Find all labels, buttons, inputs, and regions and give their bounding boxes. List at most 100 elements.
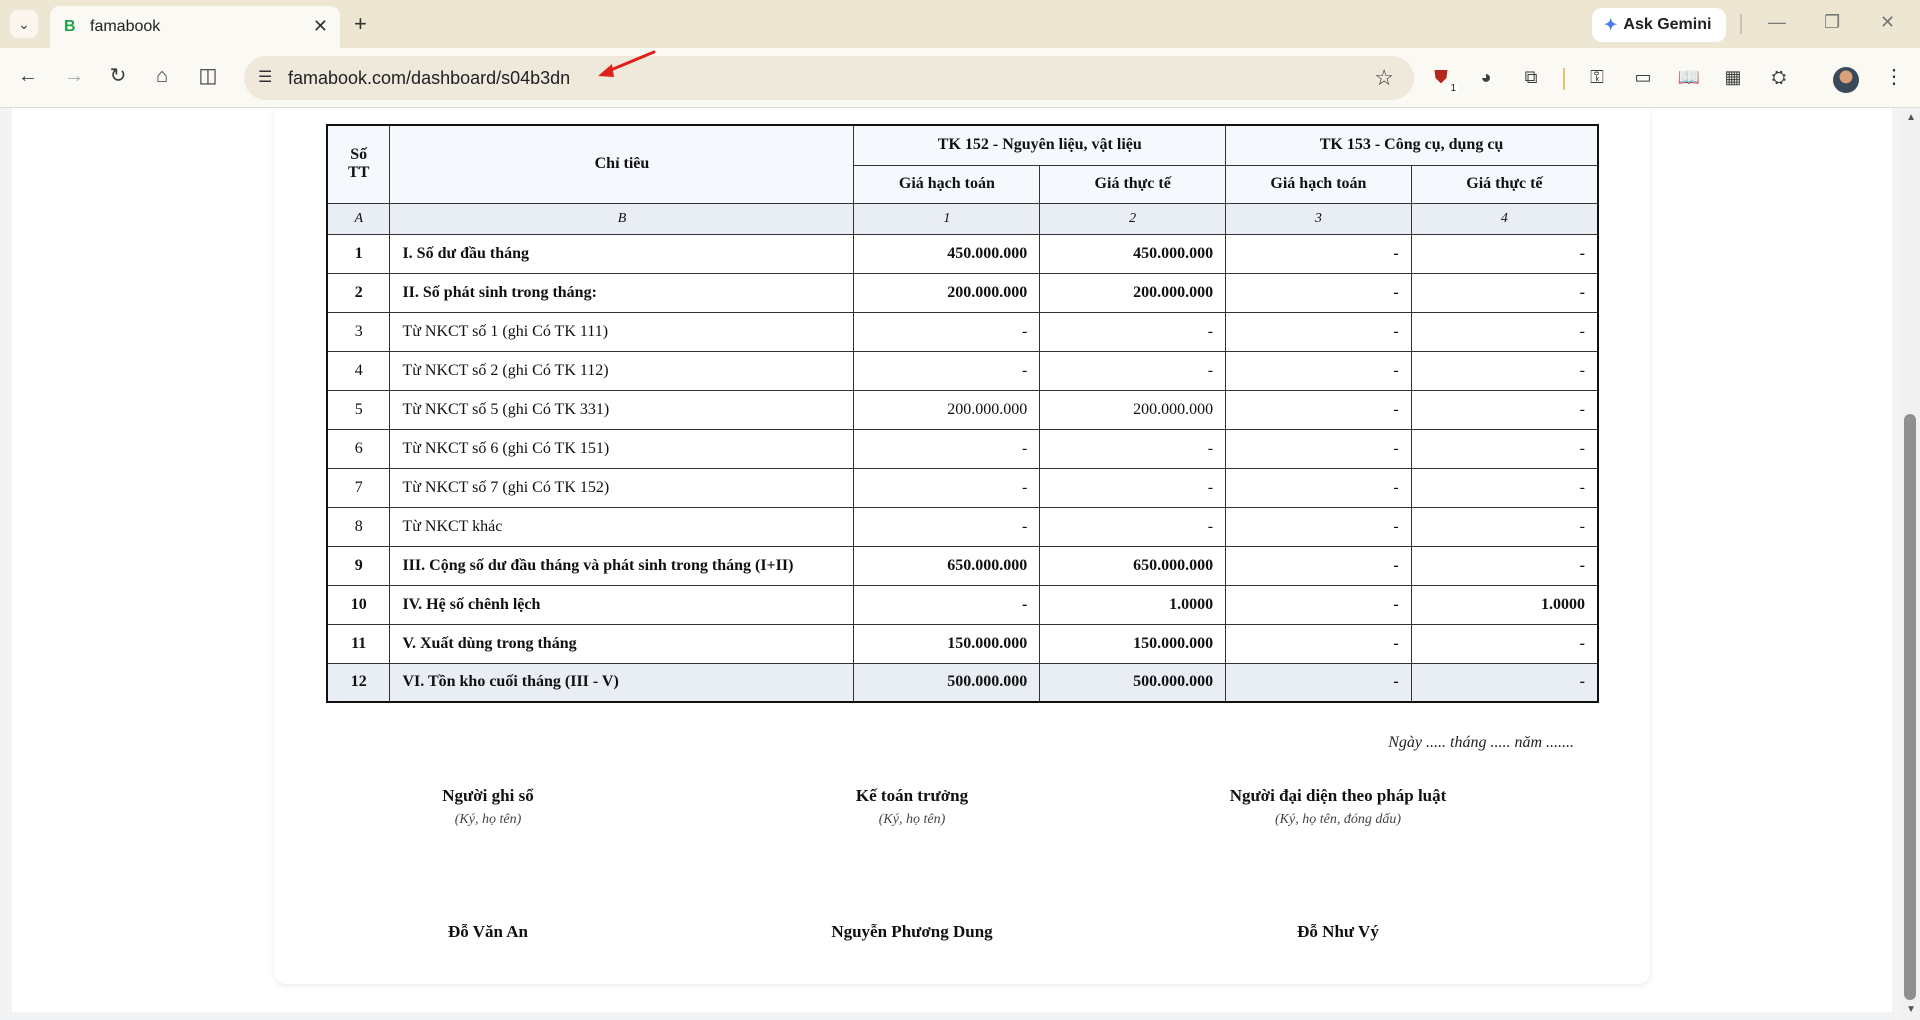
row-label: Từ NKCT số 6 (ghi Có TK 151) <box>389 428 855 469</box>
index-cell: 3 <box>1225 202 1412 235</box>
table-row: 5 Từ NKCT số 5 (ghi Có TK 331) 200.000.0… <box>326 389 1599 430</box>
signature-name: Đỗ Như Vý <box>1297 922 1379 941</box>
cell-value: 150.000.000 <box>853 623 1041 664</box>
incognito-icon[interactable]: ⛭ <box>1766 64 1792 90</box>
col-header-gia-hach-toan: Giá hạch toán <box>853 164 1041 204</box>
col-header-stt: Số TT <box>326 124 391 204</box>
payment-card-icon[interactable]: ▭ <box>1630 64 1656 90</box>
reload-icon[interactable]: ↻ <box>104 64 132 88</box>
cell-value: - <box>1410 389 1599 430</box>
row-stt: 2 <box>326 272 391 313</box>
cell-value: 150.000.000 <box>1039 623 1227 664</box>
index-cell: 4 <box>1410 202 1599 235</box>
tab-strip: ⌄ B famabook ✕ + ✦ Ask Gemini — ❐ ✕ <box>0 0 1920 48</box>
divider <box>1740 14 1742 34</box>
row-stt: 7 <box>326 467 391 508</box>
col-header-tk152: TK 152 - Nguyên liệu, vật liệu <box>853 124 1227 166</box>
row-label: V. Xuất dùng trong tháng <box>389 623 855 664</box>
signature-role: Kế toán trưởng <box>855 786 969 805</box>
reading-list-icon[interactable]: 📖 <box>1676 64 1702 90</box>
favicon-icon: B <box>64 18 76 35</box>
row-stt: 9 <box>326 545 391 586</box>
close-tab-icon[interactable]: ✕ <box>313 16 328 36</box>
ask-gemini-button[interactable]: ✦ Ask Gemini <box>1592 8 1726 42</box>
cell-value: 450.000.000 <box>1039 233 1227 274</box>
restore-icon[interactable]: ❐ <box>1824 12 1840 33</box>
url-text[interactable]: famabook.com/dashboard/s04b3dn <box>288 68 570 89</box>
back-icon[interactable]: ← <box>14 64 42 88</box>
address-bar[interactable]: ☰ famabook.com/dashboard/s04b3dn ☆ <box>244 56 1414 100</box>
signature-role: Người đại diện theo pháp luật <box>1229 786 1447 805</box>
signature-note: (Ký, họ tên, đóng dấu) <box>1275 812 1401 827</box>
split-view-icon[interactable]: ◫ <box>194 64 222 88</box>
col-header-chi-tieu: Chỉ tiêu <box>389 124 855 204</box>
cell-value: - <box>853 350 1041 391</box>
row-stt: 3 <box>326 311 391 352</box>
vertical-scrollbar[interactable]: ▲ ▼ <box>1900 108 1920 1020</box>
col-header-gia-thuc-te: Giá thực tế <box>1039 164 1227 204</box>
menu-kebab-icon[interactable]: ⋮ <box>1884 64 1904 89</box>
extension-circle-icon[interactable]: ◕ <box>1473 64 1499 90</box>
cell-value: 500.000.000 <box>1039 662 1227 703</box>
tab-title: famabook <box>90 18 161 35</box>
extensions-puzzle-icon[interactable]: ⧉ <box>1518 64 1544 90</box>
signature-block-bookkeeper: Người ghi sổ (Ký, họ tên) <box>308 786 668 828</box>
cell-value: - <box>1410 428 1599 469</box>
extension-shield-icon[interactable]: ⛊ 1 <box>1428 64 1458 94</box>
site-info-icon[interactable]: ☰ <box>258 67 272 87</box>
cell-value: 1.0000 <box>1039 584 1227 625</box>
page-viewport: Số TT Chỉ tiêu TK 152 - Nguyên liệu, vật… <box>0 108 1920 1020</box>
signature-note: (Ký, họ tên) <box>878 812 946 827</box>
tab-search-button[interactable]: ⌄ <box>10 10 38 38</box>
cell-value: - <box>853 311 1041 352</box>
row-label: Từ NKCT số 2 (ghi Có TK 112) <box>389 350 855 391</box>
profile-avatar[interactable] <box>1833 67 1859 93</box>
row-stt: 12 <box>326 662 391 703</box>
cell-value: - <box>1039 428 1227 469</box>
cell-value: 200.000.000 <box>853 389 1041 430</box>
close-window-icon[interactable]: ✕ <box>1880 12 1895 33</box>
cell-value: - <box>1225 272 1412 313</box>
cell-value: - <box>1225 506 1412 547</box>
table-row-total: 12 VI. Tồn kho cuối tháng (III - V) 500.… <box>326 662 1599 703</box>
scrollbar-thumb[interactable] <box>1904 414 1916 1000</box>
scroll-up-icon[interactable]: ▲ <box>1906 112 1916 123</box>
table-row: 2 II. Số phát sinh trong tháng: 200.000.… <box>326 272 1599 313</box>
cell-value: - <box>1225 233 1412 274</box>
cell-value: 650.000.000 <box>853 545 1041 586</box>
row-stt: 8 <box>326 506 391 547</box>
signature-block-legal-representative: Người đại diện theo pháp luật (Ký, họ tê… <box>1158 786 1518 828</box>
gemini-sparkle-icon: ✦ <box>1604 17 1618 34</box>
row-stt: 6 <box>326 428 391 469</box>
tab-layout-icon[interactable]: ▦ <box>1720 64 1746 90</box>
annotation-arrow-icon <box>598 50 656 77</box>
divider <box>1563 68 1565 90</box>
table-row: 7 Từ NKCT số 7 (ghi Có TK 152) - - - - <box>326 467 1599 508</box>
row-label: II. Số phát sinh trong tháng: <box>389 272 855 313</box>
bookmark-star-icon[interactable]: ☆ <box>1374 65 1394 91</box>
new-tab-button[interactable]: + <box>354 12 367 36</box>
minimize-icon[interactable]: — <box>1768 12 1786 33</box>
password-key-icon[interactable]: ⚿ <box>1584 64 1610 90</box>
table-row: 1 I. Số dư đầu tháng 450.000.000 450.000… <box>326 233 1599 274</box>
cell-value: - <box>1039 506 1227 547</box>
row-label: IV. Hệ số chênh lệch <box>389 584 855 625</box>
browser-toolbar: ← → ↻ ⌂ ◫ ☰ famabook.com/dashboard/s04b3… <box>0 48 1920 108</box>
row-stt: 5 <box>326 389 391 430</box>
active-tab[interactable]: B famabook ✕ <box>50 6 340 48</box>
table-row: 4 Từ NKCT số 2 (ghi Có TK 112) - - - - <box>326 350 1599 391</box>
cell-value: - <box>1225 467 1412 508</box>
table-row: 6 Từ NKCT số 6 (ghi Có TK 151) - - - - <box>326 428 1599 469</box>
index-cell: A <box>326 202 391 235</box>
row-label: Từ NKCT số 7 (ghi Có TK 152) <box>389 467 855 508</box>
row-stt: 4 <box>326 350 391 391</box>
cell-value: 1.0000 <box>1410 584 1599 625</box>
home-icon[interactable]: ⌂ <box>148 64 176 88</box>
cell-value: - <box>853 584 1041 625</box>
cell-value: - <box>1225 662 1412 703</box>
cell-value: 650.000.000 <box>1039 545 1227 586</box>
forward-icon[interactable]: → <box>60 64 88 88</box>
scroll-down-icon[interactable]: ▼ <box>1906 1004 1916 1015</box>
cell-value: 200.000.000 <box>1039 272 1227 313</box>
row-label: I. Số dư đầu tháng <box>389 233 855 274</box>
